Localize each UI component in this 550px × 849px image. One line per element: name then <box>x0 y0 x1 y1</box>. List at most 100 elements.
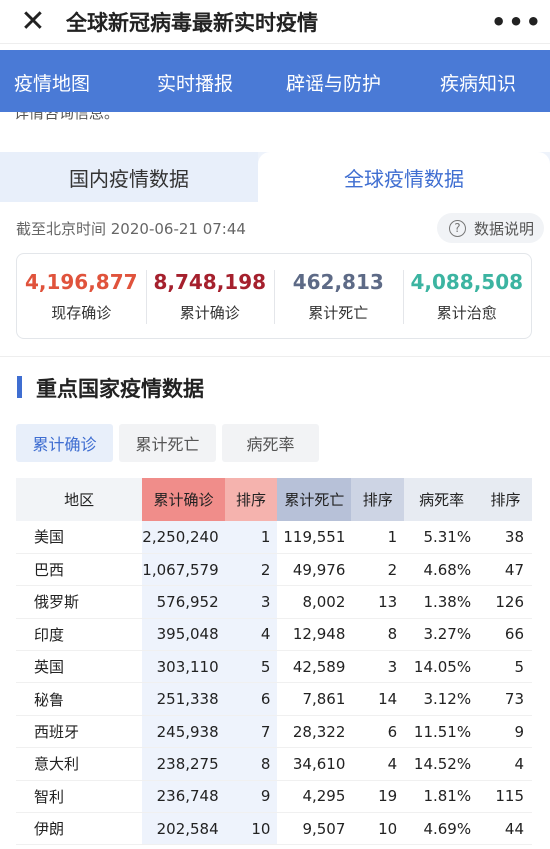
cell-deaths: 8,002 <box>277 585 352 619</box>
header-rank-deaths[interactable]: 排序 <box>351 478 405 521</box>
data-tabs: 国内疫情数据 全球疫情数据 <box>0 152 550 202</box>
cell-region: 秘鲁 <box>16 682 143 716</box>
cell-region: 巴西 <box>16 553 143 587</box>
header-region[interactable]: 地区 <box>16 478 143 521</box>
table-row[interactable]: 意大利 238,275 8 34,610 4 14.52% 4 <box>16 747 532 781</box>
table-row[interactable]: 智利 236,748 9 4,295 19 1.81% 115 <box>16 780 532 814</box>
cell-rank-fatality: 66 <box>479 618 532 652</box>
stat-item: 4,196,877 现存确诊 <box>17 254 146 338</box>
header-deaths[interactable]: 累计死亡 <box>277 478 352 521</box>
cell-region: 印度 <box>16 618 143 652</box>
table-header-row: 地区 累计确诊 排序 累计死亡 排序 病死率 排序 <box>16 478 532 521</box>
cell-rank-deaths: 4 <box>351 747 405 781</box>
clipped-text: 详情咨询信息。 <box>14 112 120 122</box>
cell-confirmed: 2,250,240 <box>142 521 225 554</box>
cell-fatality: 1.81% <box>404 780 480 814</box>
cell-confirmed: 238,275 <box>142 747 225 781</box>
metric-tab-confirmed[interactable]: 累计确诊 <box>16 424 113 462</box>
cell-rank-confirmed: 5 <box>224 650 278 684</box>
cell-deaths: 28,322 <box>277 715 352 749</box>
cell-rank-fatality: 4 <box>479 747 532 781</box>
cell-confirmed: 1,067,579 <box>142 553 225 587</box>
stat-item: 462,813 累计死亡 <box>274 254 403 338</box>
cell-confirmed: 245,938 <box>142 715 225 749</box>
header-rank-fatality[interactable]: 排序 <box>479 478 532 521</box>
cell-rank-confirmed: 1 <box>224 521 278 554</box>
cell-fatality: 3.27% <box>404 618 480 652</box>
top-bar: ✕ 全球新冠病毒最新实时疫情 ••• <box>0 0 550 44</box>
cell-confirmed: 303,110 <box>142 650 225 684</box>
nav-bar: 疫情地图 实时播报 辟谣与防护 疾病知识 <box>0 50 550 112</box>
cell-deaths: 7,861 <box>277 682 352 716</box>
cell-fatality: 1.38% <box>404 585 480 619</box>
stat-label: 累计死亡 <box>308 303 369 322</box>
cell-rank-fatality: 47 <box>479 553 532 587</box>
nav-item-knowledge[interactable]: 疾病知识 <box>440 69 516 96</box>
cell-rank-confirmed: 9 <box>224 780 278 814</box>
close-icon[interactable]: ✕ <box>0 0 66 44</box>
cell-fatality: 11.51% <box>404 715 480 749</box>
cell-deaths: 42,589 <box>277 650 352 684</box>
header-fatality[interactable]: 病死率 <box>404 478 480 521</box>
more-dots-icon[interactable]: ••• <box>484 8 550 36</box>
nav-item-map[interactable]: 疫情地图 <box>14 69 90 96</box>
nav-item-live[interactable]: 实时播报 <box>157 69 233 96</box>
cell-confirmed: 576,952 <box>142 585 225 619</box>
metric-tab-fatality[interactable]: 病死率 <box>222 424 319 462</box>
cell-rank-confirmed: 4 <box>224 618 278 652</box>
header-confirmed[interactable]: 累计确诊 <box>142 478 225 521</box>
cell-rank-deaths: 8 <box>351 618 405 652</box>
cell-region: 伊朗 <box>16 812 143 846</box>
cell-rank-fatality: 73 <box>479 682 532 716</box>
table-row[interactable]: 俄罗斯 576,952 3 8,002 13 1.38% 126 <box>16 585 532 619</box>
stat-value: 4,196,877 <box>24 269 138 294</box>
table-row[interactable]: 秘鲁 251,338 6 7,861 14 3.12% 73 <box>16 682 532 716</box>
table-row[interactable]: 印度 395,048 4 12,948 8 3.27% 66 <box>16 618 532 652</box>
header-rank-confirmed[interactable]: 排序 <box>224 478 278 521</box>
cell-confirmed: 236,748 <box>142 780 225 814</box>
data-explain-label: 数据说明 <box>473 219 534 238</box>
cell-confirmed: 202,584 <box>142 812 225 846</box>
data-explain-button[interactable]: ? 数据说明 <box>436 213 544 243</box>
cell-confirmed: 395,048 <box>142 618 225 652</box>
stat-value: 462,813 <box>292 269 384 294</box>
cell-region: 智利 <box>16 780 143 814</box>
nav-item-rumor[interactable]: 辟谣与防护 <box>286 69 381 96</box>
cell-deaths: 119,551 <box>277 521 352 554</box>
stat-label: 现存确诊 <box>51 303 112 322</box>
cell-deaths: 9,507 <box>277 812 352 846</box>
cell-region: 俄罗斯 <box>16 585 143 619</box>
cell-fatality: 3.12% <box>404 682 480 716</box>
cell-rank-confirmed: 10 <box>224 812 278 846</box>
cell-rank-confirmed: 7 <box>224 715 278 749</box>
cell-fatality: 14.52% <box>404 747 480 781</box>
stats-card: 4,196,877 现存确诊 8,748,198 累计确诊 462,813 累计死亡 4,0… <box>16 253 532 339</box>
cell-fatality: 4.69% <box>404 812 480 846</box>
question-icon: ? <box>448 219 466 237</box>
cell-confirmed: 251,338 <box>142 682 225 716</box>
metric-tab-deaths[interactable]: 累计死亡 <box>119 424 216 462</box>
cell-rank-deaths: 10 <box>351 812 405 846</box>
stat-label: 累计确诊 <box>179 303 240 322</box>
cell-fatality: 5.31% <box>404 521 480 554</box>
cell-fatality: 14.05% <box>404 650 480 684</box>
table-row[interactable]: 西班牙 245,938 7 28,322 6 11.51% 9 <box>16 715 532 749</box>
cell-rank-confirmed: 6 <box>224 682 278 716</box>
cell-rank-deaths: 13 <box>351 585 405 619</box>
table-row[interactable]: 英国 303,110 5 42,589 3 14.05% 5 <box>16 650 532 684</box>
stat-value: 8,748,198 <box>153 269 267 294</box>
tab-domestic[interactable]: 国内疫情数据 <box>0 152 258 202</box>
cell-rank-deaths: 2 <box>351 553 405 587</box>
cell-rank-confirmed: 3 <box>224 585 278 619</box>
stat-item: 4,088,508 累计治愈 <box>402 254 532 338</box>
cell-rank-fatality: 44 <box>479 812 532 846</box>
tab-global[interactable]: 全球疫情数据 <box>258 152 550 202</box>
cell-rank-fatality: 38 <box>479 521 532 554</box>
table-row[interactable]: 伊朗 202,584 10 9,507 10 4.69% 44 <box>16 812 532 846</box>
cell-deaths: 4,295 <box>277 780 352 814</box>
cell-region: 英国 <box>16 650 143 684</box>
table-row[interactable]: 巴西 1,067,579 2 49,976 2 4.68% 47 <box>16 553 532 587</box>
stat-value: 4,088,508 <box>410 269 524 294</box>
cell-rank-deaths: 19 <box>351 780 405 814</box>
table-row[interactable]: 美国 2,250,240 1 119,551 1 5.31% 38 <box>16 521 532 554</box>
